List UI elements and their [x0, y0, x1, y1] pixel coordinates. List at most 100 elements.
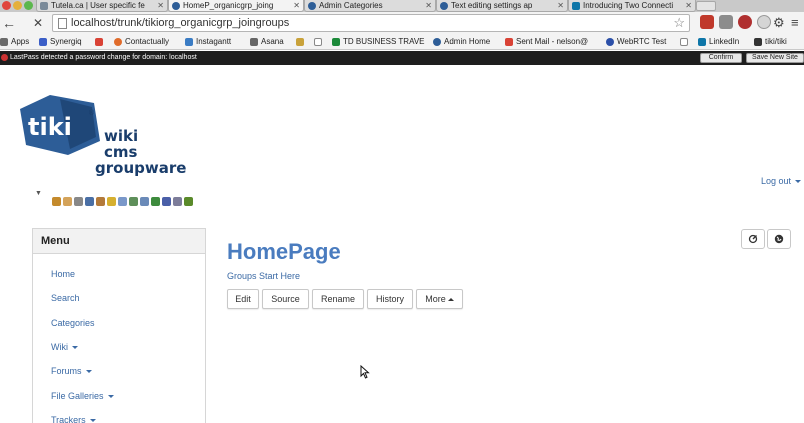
bookmark-asana[interactable]: Asana: [250, 36, 284, 48]
lastpass-notification-bar: LastPass detected a password change for …: [0, 51, 804, 65]
rename-button[interactable]: Rename: [312, 289, 364, 309]
extension-puzzle-icon[interactable]: [719, 15, 733, 29]
synergiq-icon: [39, 38, 47, 46]
logo-text-line-3: groupware: [95, 159, 187, 177]
tab-close-icon[interactable]: ✕: [293, 0, 300, 11]
tiki-icon: [754, 38, 762, 46]
menu-hamburger-icon[interactable]: ≡: [791, 15, 799, 31]
database-icon[interactable]: [162, 197, 171, 206]
tab-label: Text editing settings ap: [451, 1, 533, 10]
bookmark-linkedin[interactable]: LinkedIn: [698, 36, 739, 48]
history-button[interactable]: History: [367, 289, 413, 309]
stop-loading-icon[interactable]: ✕: [33, 15, 43, 31]
page-title: HomePage: [227, 239, 341, 264]
tab-close-icon[interactable]: ✕: [425, 0, 432, 11]
group-icon[interactable]: [96, 197, 105, 206]
apps-grid-icon: [0, 38, 8, 46]
browser-tab[interactable]: Admin Categories ✕: [304, 0, 436, 12]
bookmark-label: TD BUSINESS TRAVE: [343, 37, 425, 46]
tiki-favicon-icon: [172, 2, 180, 10]
more-button[interactable]: More: [416, 289, 463, 309]
menu-item-trackers[interactable]: Trackers: [51, 415, 96, 423]
browser-tab[interactable]: Introducing Two Connecti ✕: [568, 0, 696, 12]
address-bar[interactable]: ☆: [52, 14, 690, 32]
browser-tab-active[interactable]: HomeP_organicgrp_joing ✕: [168, 0, 304, 12]
bookmark-label: Apps: [11, 37, 30, 46]
settings-gear-icon[interactable]: ⚙: [773, 15, 785, 31]
back-arrow-icon[interactable]: ←: [2, 15, 16, 31]
tiki-favicon-icon: [440, 2, 448, 10]
tiki-logo[interactable]: tiki ® wiki cms groupware: [20, 95, 190, 180]
user-icon[interactable]: [85, 197, 94, 206]
page-icon: [680, 38, 688, 46]
bug-icon[interactable]: [184, 197, 193, 206]
lastpass-icon[interactable]: [738, 15, 752, 29]
bookmark-sent-mail[interactable]: Sent Mail - nelson@: [505, 36, 588, 48]
menu-item-home[interactable]: Home: [51, 269, 75, 279]
confirm-button[interactable]: Confirm: [700, 53, 742, 63]
chevron-down-icon: [107, 395, 114, 399]
lastpass-icon: [1, 54, 8, 61]
globe-icon: [774, 234, 784, 244]
menu-item-file-galleries[interactable]: File Galleries: [51, 391, 114, 401]
url-input[interactable]: [71, 16, 661, 30]
bookmark-instagantt[interactable]: Instagantt: [185, 36, 231, 48]
menu-item-forums[interactable]: Forums: [51, 366, 92, 376]
new-tab-button[interactable]: [696, 1, 716, 11]
home-icon[interactable]: [63, 197, 72, 206]
linkedin-icon: [698, 38, 706, 46]
browser-tab[interactable]: Text editing settings ap ✕: [436, 0, 568, 12]
wrench-icon[interactable]: [74, 197, 83, 206]
tab-close-icon[interactable]: ✕: [157, 0, 164, 11]
tab-close-icon[interactable]: ✕: [557, 0, 564, 11]
bookmark-td-business[interactable]: TD BUSINESS TRAVE: [332, 36, 425, 48]
menu-item-label: Home: [51, 269, 76, 279]
edit-button[interactable]: Edit: [227, 289, 259, 309]
module-icon[interactable]: [118, 197, 127, 206]
source-button[interactable]: Source: [262, 289, 309, 309]
close-window-icon[interactable]: [2, 1, 11, 10]
admin-menu-caret-icon[interactable]: ▼: [35, 190, 42, 197]
bookmark-star-icon[interactable]: ☆: [673, 15, 685, 31]
menu-item-label: Wiki: [51, 342, 68, 352]
maximize-window-icon[interactable]: [24, 1, 33, 10]
browser-tab-strip: Tutela.ca | User specific fe ✕ HomeP_org…: [0, 0, 804, 12]
menu-item-label: Search: [51, 293, 80, 303]
menu-item-categories[interactable]: Categories: [51, 318, 95, 328]
bookmark-label: Instagantt: [196, 37, 232, 46]
browser-toolbar: ← ✕ ☆ ⚙ ≡: [0, 12, 804, 34]
plugin-icon[interactable]: [151, 197, 160, 206]
bookmark-synergiq[interactable]: Synergiq: [39, 36, 82, 48]
table-icon[interactable]: [140, 197, 149, 206]
tutela-favicon-icon: [40, 2, 48, 10]
list-icon[interactable]: [129, 197, 138, 206]
bookmark-label: tiki/tiki: [765, 37, 787, 46]
bookmark-apps[interactable]: Apps: [0, 36, 29, 48]
extension-circle-icon[interactable]: [757, 15, 771, 29]
minimize-window-icon[interactable]: [13, 1, 22, 10]
monitor-button[interactable]: [741, 229, 765, 249]
bookmark-contactually[interactable]: Contactually: [114, 36, 169, 48]
menu-item-wiki[interactable]: Wiki: [51, 342, 78, 352]
logo-text-line-1: wiki: [104, 127, 139, 145]
page-info-icon[interactable]: [58, 18, 67, 29]
webrtc-icon: [606, 38, 614, 46]
key-icon[interactable]: [107, 197, 116, 206]
logout-link[interactable]: Log out: [761, 176, 802, 186]
chevron-down-icon: [795, 180, 802, 184]
card-icon[interactable]: [173, 197, 182, 206]
browser-tab[interactable]: Tutela.ca | User specific fe ✕: [36, 0, 168, 12]
tab-close-icon[interactable]: ✕: [685, 0, 692, 11]
bookmark-tiki[interactable]: tiki/tiki: [754, 36, 787, 48]
menu-item-search[interactable]: Search: [51, 293, 80, 303]
bookmark-admin-home[interactable]: Admin Home: [433, 36, 490, 48]
bookmark-label: Admin Home: [444, 37, 491, 46]
chevron-down-icon: [85, 370, 92, 374]
monitor-eye-icon: [748, 234, 758, 244]
bookmark-webrtc-test[interactable]: WebRTC Test: [606, 36, 666, 48]
extension-red-badge-icon[interactable]: [700, 15, 714, 29]
gmail-icon: [505, 38, 513, 46]
translate-button[interactable]: [767, 229, 791, 249]
save-new-site-button[interactable]: Save New Site: [746, 53, 804, 63]
hammer-icon[interactable]: [52, 197, 61, 206]
